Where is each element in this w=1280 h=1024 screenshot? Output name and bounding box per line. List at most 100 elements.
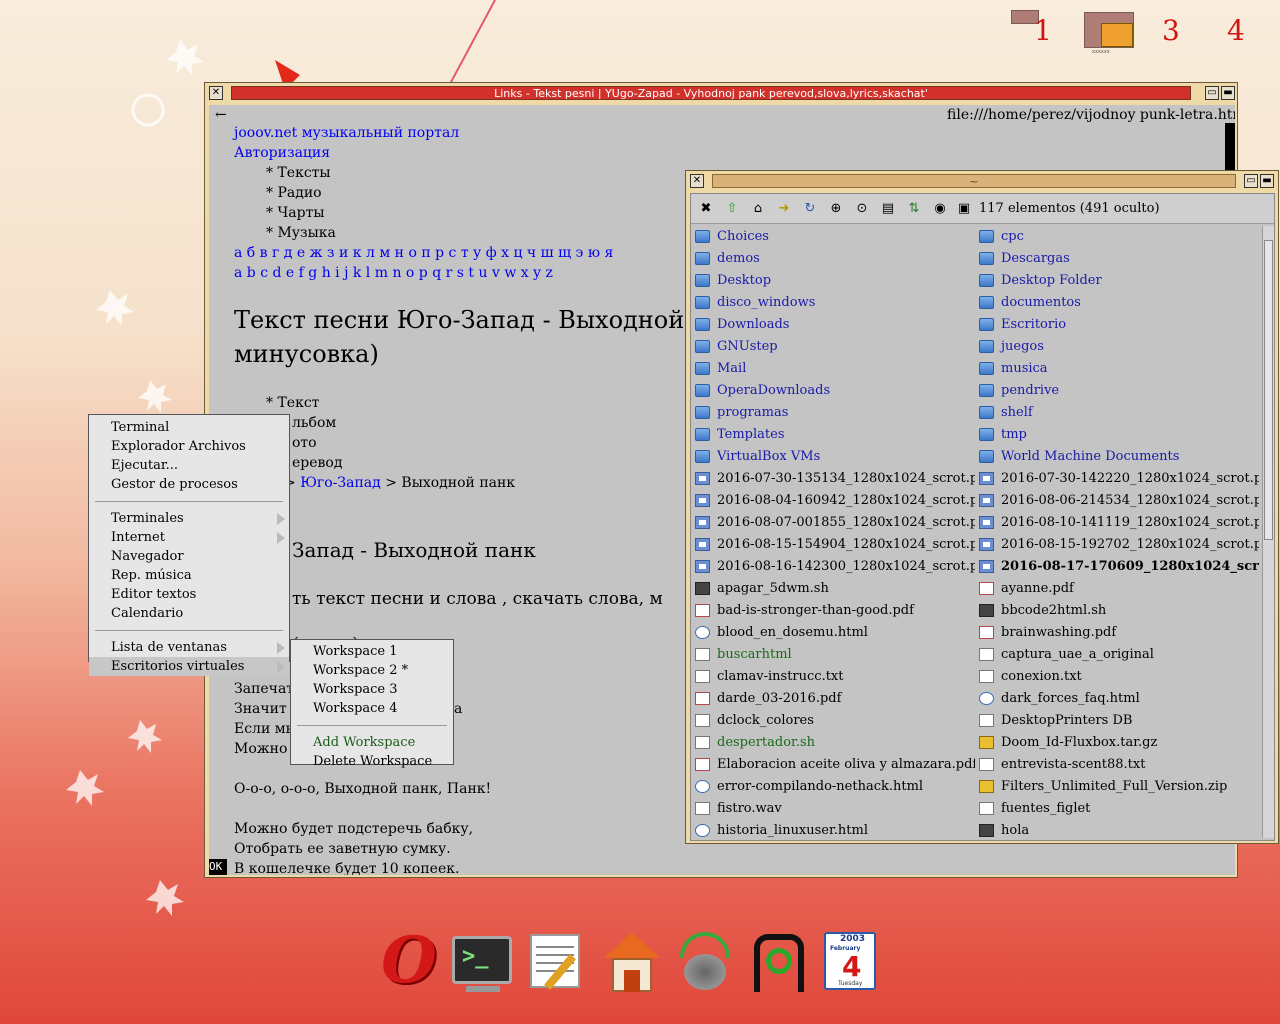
file-item[interactable]: DesktopPrinters DB <box>975 710 1259 732</box>
latin-alphabet-links[interactable]: a b c d e f g h i j k l m n o p q r s t … <box>234 263 553 283</box>
menu-item-virtual-desktops[interactable]: Escritorios virtuales <box>89 657 289 676</box>
terminal-icon[interactable]: >_ <box>452 928 514 994</box>
menu-item-workspace-3[interactable]: Workspace 3 <box>291 680 453 699</box>
text-editor-icon[interactable] <box>526 928 588 994</box>
cyrillic-alphabet-links[interactable]: а б в г д е ж з и к л м н о п р с т у ф … <box>234 243 613 263</box>
links-minimize-button[interactable]: ▭ <box>1205 86 1219 100</box>
opera-browser-icon[interactable]: O <box>378 928 440 994</box>
folder-item[interactable]: Templates <box>691 424 975 446</box>
menu-item-window-list[interactable]: Lista de ventanas <box>89 638 289 657</box>
nav-texts-link[interactable]: * Тексты <box>266 163 331 183</box>
folder-item[interactable]: disco_windows <box>691 292 975 314</box>
music-player-icon[interactable] <box>674 928 736 994</box>
close-tab-icon[interactable]: ✖ <box>697 200 715 218</box>
forward-arrow-icon[interactable]: ➜ <box>775 200 793 218</box>
workspace-2-thumbnail[interactable] <box>1084 12 1134 48</box>
folder-item[interactable]: shelf <box>975 402 1259 424</box>
folder-item[interactable]: Escritorio <box>975 314 1259 336</box>
file-item[interactable]: clamav-instrucc.txt <box>691 666 975 688</box>
folder-item[interactable]: GNUstep <box>691 336 975 358</box>
file-item[interactable]: brainwashing.pdf <box>975 622 1259 644</box>
folder-item[interactable]: World Machine Documents <box>975 446 1259 468</box>
file-item[interactable]: darde_03-2016.pdf <box>691 688 975 710</box>
folder-item[interactable]: Desktop <box>691 270 975 292</box>
menu-item-delete-workspace[interactable]: Delete Workspace <box>291 752 453 771</box>
menu-item-workspace-4[interactable]: Workspace 4 <box>291 699 453 718</box>
file-item[interactable]: bbcode2html.sh <box>975 600 1259 622</box>
nav-radio-link[interactable]: * Радио <box>266 183 322 203</box>
folder-item[interactable]: Downloads <box>691 314 975 336</box>
file-item[interactable]: dclock_colores <box>691 710 975 732</box>
folder-item[interactable]: VirtualBox VMs <box>691 446 975 468</box>
fm-minimize-button[interactable]: ▭ <box>1244 174 1258 188</box>
file-item[interactable]: dark_forces_faq.html <box>975 688 1259 710</box>
zoom-in-icon[interactable]: ⊕ <box>827 200 845 218</box>
folder-item[interactable]: tmp <box>975 424 1259 446</box>
fm-scroll-thumb[interactable] <box>1264 240 1273 540</box>
workspace-1-label[interactable]: 1 <box>1034 14 1052 47</box>
file-item[interactable]: bad-is-stronger-than-good.pdf <box>691 600 975 622</box>
auth-link[interactable]: Авторизация <box>234 143 330 163</box>
file-item[interactable]: conexion.txt <box>975 666 1259 688</box>
breadcrumb-artist-link[interactable]: Юго-Запад <box>300 475 381 491</box>
menu-item-terminal[interactable]: Terminal <box>89 418 289 437</box>
menu-item-run[interactable]: Ejecutar... <box>89 456 289 475</box>
menu-item-internet[interactable]: Internet <box>89 528 289 547</box>
folder-item[interactable]: musica <box>975 358 1259 380</box>
links-titlebar[interactable]: ✕ Links - Tekst pesni | YUgo-Zapad - Vyh… <box>205 83 1237 103</box>
home-icon[interactable]: ⌂ <box>749 200 767 218</box>
file-item[interactable]: entrevista-scent88.txt <box>975 754 1259 776</box>
folder-item[interactable]: Desktop Folder <box>975 270 1259 292</box>
file-item[interactable]: 2016-08-16-142300_1280x1024_scrot.png <box>691 556 975 578</box>
fm-titlebar[interactable]: ✕ ~ ▭ ▬ <box>686 171 1278 191</box>
workspace-4-label[interactable]: 4 <box>1227 14 1245 47</box>
file-item[interactable]: 2016-07-30-135134_1280x1024_scrot.png <box>691 468 975 490</box>
file-item[interactable]: historia_linuxuser.html <box>691 820 975 838</box>
file-item[interactable]: 2016-08-15-154904_1280x1024_scrot.png <box>691 534 975 556</box>
file-item[interactable]: 2016-08-15-192702_1280x1024_scrot.png <box>975 534 1259 556</box>
file-item[interactable]: Filters_Unlimited_Full_Version.zip <box>975 776 1259 798</box>
file-item[interactable]: fuentes_figlet <box>975 798 1259 820</box>
file-item[interactable]: 2016-08-06-214534_1280x1024_scrot.png <box>975 490 1259 512</box>
portal-link[interactable]: jooov.net музыкальный портал <box>234 123 459 143</box>
folder-item[interactable]: demos <box>691 248 975 270</box>
file-item[interactable]: captura_uae_a_original <box>975 644 1259 666</box>
tab-photo[interactable]: ото <box>292 433 317 453</box>
folder-item[interactable]: cpc <box>975 226 1259 248</box>
folder-item[interactable]: documentos <box>975 292 1259 314</box>
file-item[interactable]: Doom_Id-Fluxbox.tar.gz <box>975 732 1259 754</box>
folder-item[interactable]: OperaDownloads <box>691 380 975 402</box>
file-item[interactable]: 2016-08-10-141119_1280x1024_scrot.png <box>975 512 1259 534</box>
refresh-icon[interactable]: ↻ <box>801 200 819 218</box>
workspace-3-label[interactable]: 3 <box>1162 14 1180 47</box>
file-item[interactable]: apagar_5dwm.sh <box>691 578 975 600</box>
menu-item-browser[interactable]: Navegador <box>89 547 289 566</box>
menu-item-music-player[interactable]: Rep. música <box>89 566 289 585</box>
menu-item-file-explorer[interactable]: Explorador Archivos <box>89 437 289 456</box>
zoom-fit-icon[interactable]: ⊙ <box>853 200 871 218</box>
menu-item-workspace-2[interactable]: Workspace 2 * <box>291 661 453 680</box>
folder-item[interactable]: Mail <box>691 358 975 380</box>
folder-item[interactable]: Choices <box>691 226 975 248</box>
menu-item-calendar[interactable]: Calendario <box>89 604 289 623</box>
menu-item-workspace-1[interactable]: Workspace 1 <box>291 642 453 661</box>
file-item[interactable]: ayanne.pdf <box>975 578 1259 600</box>
file-item[interactable]: 2016-08-07-001855_1280x1024_scrot.png <box>691 512 975 534</box>
back-arrow[interactable]: ← <box>215 105 227 125</box>
file-item[interactable]: 2016-07-30-142220_1280x1024_scrot.png <box>975 468 1259 490</box>
file-item[interactable]: buscarhtml <box>691 644 975 666</box>
fm-vertical-scrollbar[interactable] <box>1262 226 1274 838</box>
tab-album[interactable]: льбом <box>292 413 336 433</box>
folder-item[interactable]: juegos <box>975 336 1259 358</box>
show-hidden-icon[interactable]: ◉ <box>931 200 949 218</box>
home-folder-icon[interactable] <box>600 928 662 994</box>
tab-text[interactable]: * Текст <box>266 393 319 413</box>
file-item[interactable]: 2016-08-17-170609_1280x1024_scrot.png <box>975 556 1259 578</box>
folder-item[interactable]: pendrive <box>975 380 1259 402</box>
file-item[interactable]: blood_en_dosemu.html <box>691 622 975 644</box>
folder-item[interactable]: Descargas <box>975 248 1259 270</box>
nav-music-link[interactable]: * Музыка <box>266 223 336 243</box>
up-arrow-icon[interactable]: ⇧ <box>723 200 741 218</box>
sort-icon[interactable]: ⇅ <box>905 200 923 218</box>
file-item[interactable]: hola <box>975 820 1259 838</box>
